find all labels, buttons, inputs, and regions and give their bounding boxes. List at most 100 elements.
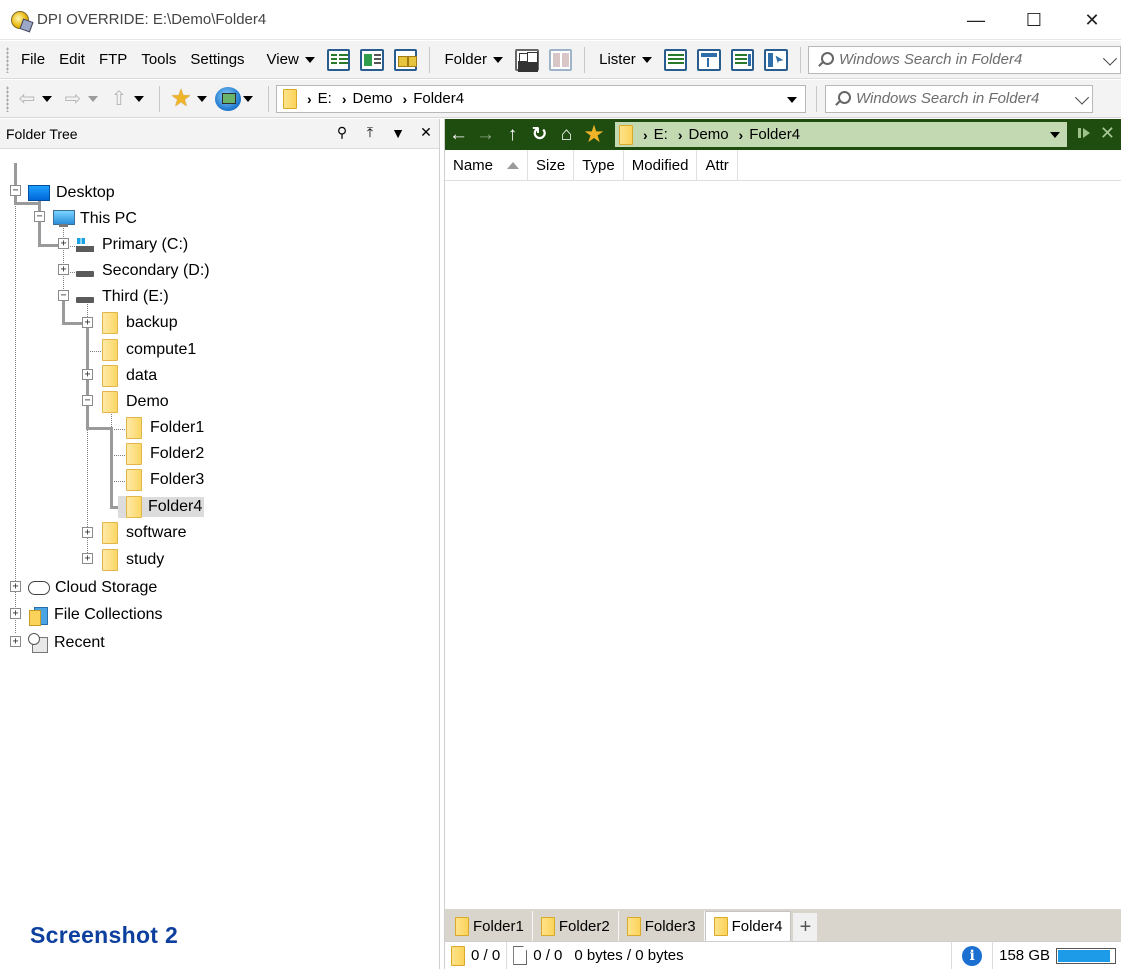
refresh-icon[interactable]: ↻ [526, 123, 553, 146]
breadcrumb-folder4[interactable]: Folder4 [413, 90, 464, 107]
collapse-toggle[interactable]: − [10, 185, 21, 196]
collapse-toggle[interactable]: − [58, 290, 69, 301]
tree-item-primary-c[interactable]: Primary (C:) [76, 234, 190, 256]
path-dropdown-icon[interactable] [1050, 132, 1060, 138]
column-header-size[interactable]: Size [528, 150, 575, 181]
column-header-attr[interactable]: Attr [697, 150, 738, 181]
expand-toggle[interactable]: + [82, 369, 93, 380]
chevron-down-icon[interactable] [1102, 51, 1118, 66]
find-icon[interactable]: ⚲ [335, 124, 349, 141]
toolbar-grip-icon[interactable] [6, 46, 9, 73]
menu-tools[interactable]: Tools [134, 45, 183, 75]
tree-item-folder4[interactable]: Folder4 [118, 496, 205, 518]
favorites-star-icon[interactable]: ★ [167, 84, 195, 113]
column-header-modified[interactable]: Modified [624, 150, 698, 181]
back-arrow-icon[interactable]: ← [445, 124, 472, 146]
lister-breadcrumb-demo[interactable]: Demo [689, 126, 729, 143]
expand-toggle[interactable]: + [82, 527, 93, 538]
menu-edit[interactable]: Edit [52, 45, 92, 75]
expand-toggle[interactable]: + [10, 608, 21, 619]
collapse-all-icon[interactable]: ⤒ [363, 124, 377, 141]
tree-item-demo[interactable]: Demo [102, 391, 171, 413]
power-view-icon[interactable] [360, 48, 384, 71]
address-bar[interactable]: › E: › Demo › Folder4 [276, 84, 806, 113]
tree-item-backup[interactable]: backup [102, 312, 180, 334]
maximize-button[interactable]: ☐ [1005, 0, 1063, 40]
up-arrow-icon[interactable]: ⇧ [106, 86, 132, 111]
close-lister-icon[interactable]: ✕ [1100, 124, 1115, 142]
lister-path-bar[interactable]: › E: › Demo › Folder4 [615, 122, 1067, 147]
single-lister-icon[interactable] [663, 48, 688, 71]
chevron-down-icon[interactable] [1074, 90, 1090, 105]
menu-folder[interactable]: Folder [437, 45, 510, 75]
tab-folder1[interactable]: Folder1 [447, 911, 533, 941]
dual-vertical-icon[interactable] [548, 48, 573, 71]
tree-item-software[interactable]: software [102, 522, 188, 544]
expand-pane-icon[interactable] [1076, 125, 1092, 141]
menu-ftp[interactable]: FTP [92, 45, 134, 75]
thumbnails-view-icon[interactable] [393, 48, 418, 71]
lister-breadcrumb-folder4[interactable]: Folder4 [749, 126, 800, 143]
lister-breadcrumb-drive[interactable]: E: [654, 126, 668, 143]
tree-menu-dropdown-icon[interactable]: ▼ [391, 125, 405, 141]
up-arrow-icon[interactable]: ↑ [499, 124, 526, 146]
favorites-star-icon[interactable]: ★ [580, 120, 608, 149]
expand-toggle[interactable]: + [10, 581, 21, 592]
tab-folder3[interactable]: Folder3 [618, 911, 705, 941]
collapse-toggle[interactable]: − [82, 395, 93, 406]
tree-item-cloud-storage[interactable]: Cloud Storage [28, 577, 159, 599]
tree-item-folder2[interactable]: Folder2 [126, 443, 206, 465]
tree-item-study[interactable]: study [102, 549, 166, 571]
menu-lister[interactable]: Lister [592, 45, 659, 75]
utility-panel-icon[interactable] [764, 48, 789, 71]
expand-toggle[interactable]: + [82, 553, 93, 564]
viewer-pane-icon[interactable] [730, 48, 755, 71]
info-icon[interactable]: i [962, 945, 983, 966]
breadcrumb-demo[interactable]: Demo [353, 90, 393, 107]
collapse-toggle[interactable]: − [34, 211, 45, 222]
navbar-search-input[interactable]: Windows Search in Folder4 [825, 84, 1093, 113]
tree-item-this-pc[interactable]: This PC [52, 208, 139, 230]
breadcrumb-drive[interactable]: E: [318, 90, 332, 107]
menu-view[interactable]: View [260, 45, 322, 75]
up-dropdown-icon[interactable] [134, 95, 144, 102]
dual-display-icon[interactable] [515, 48, 539, 71]
column-header-type[interactable]: Type [574, 150, 624, 181]
expand-toggle[interactable]: + [58, 264, 69, 275]
menu-settings[interactable]: Settings [183, 45, 251, 75]
tree-item-data[interactable]: data [102, 365, 159, 387]
home-icon[interactable]: ⌂ [553, 124, 580, 146]
details-view-icon[interactable] [326, 48, 351, 71]
network-dropdown-icon[interactable] [243, 95, 253, 102]
network-icon[interactable] [215, 86, 241, 111]
column-header-name[interactable]: Name [445, 150, 529, 181]
back-arrow-icon[interactable]: ⇦ [14, 86, 40, 111]
tree-item-file-collections[interactable]: File Collections [28, 604, 164, 626]
new-tab-button[interactable]: + [793, 913, 818, 941]
folder-tree-toggle-icon[interactable] [697, 48, 721, 71]
expand-toggle[interactable]: + [58, 238, 69, 249]
forward-history-dropdown-icon[interactable] [88, 95, 98, 102]
tree-item-desktop[interactable]: Desktop [28, 182, 117, 204]
tab-folder4[interactable]: Folder4 [704, 911, 792, 941]
tree-item-folder1[interactable]: Folder1 [126, 417, 206, 439]
toolbar-grip-icon[interactable] [6, 85, 9, 112]
favorites-dropdown-icon[interactable] [197, 95, 207, 102]
toolbar-search-input[interactable]: Windows Search in Folder4 [808, 45, 1121, 74]
minimize-button[interactable]: — [947, 0, 1005, 40]
forward-arrow-icon[interactable]: ⇨ [60, 86, 86, 111]
menu-file[interactable]: File [14, 45, 52, 75]
address-dropdown-icon[interactable] [787, 96, 797, 103]
back-history-dropdown-icon[interactable] [42, 95, 52, 102]
close-button[interactable]: ✕ [1063, 0, 1121, 40]
expand-toggle[interactable]: + [82, 317, 93, 328]
tree-item-third-e[interactable]: Third (E:) [76, 286, 171, 308]
close-tree-icon[interactable]: ✕ [419, 124, 433, 141]
tab-folder2[interactable]: Folder2 [532, 911, 619, 941]
tree-item-secondary-d[interactable]: Secondary (D:) [76, 260, 212, 282]
expand-toggle[interactable]: + [10, 636, 21, 647]
tree-item-compute1[interactable]: compute1 [102, 339, 198, 361]
forward-arrow-icon[interactable]: → [472, 124, 499, 146]
tree-item-folder3[interactable]: Folder3 [126, 469, 206, 491]
tree-item-recent[interactable]: Recent [28, 632, 107, 654]
